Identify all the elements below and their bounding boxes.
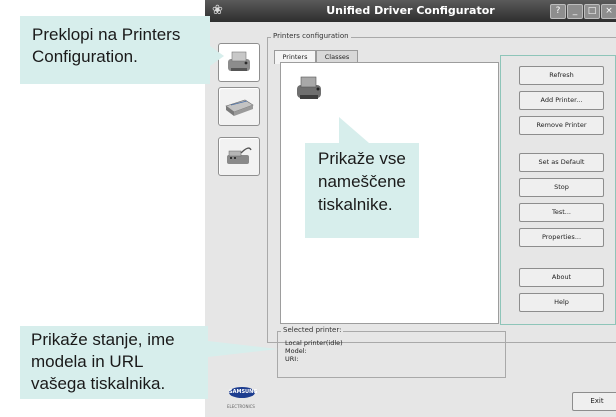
close-button[interactable]: ×: [601, 4, 616, 19]
samsung-logo: SAMSUNG: [229, 387, 257, 398]
callout-installed-printers: Prikaže vse nameščene tiskalnike.: [305, 117, 419, 238]
callout-installed-line2: nameščene: [318, 172, 406, 191]
printer-status-text: Local printer(idle): [285, 339, 343, 347]
printer-icon: [228, 51, 250, 71]
scanner-icon: [225, 99, 254, 116]
callout-status-line2: modela in URL: [31, 352, 144, 371]
printer-model-text: Model:: [285, 347, 307, 355]
sidebar-item-scanners[interactable]: [218, 87, 260, 126]
port-icon: [227, 147, 252, 164]
callout-printer-status: Prikaže stanje, ime modela in URL vašega…: [20, 326, 278, 399]
callout-pointer: [210, 46, 224, 66]
callout-printers-config-line1: Preklopi na Printers: [32, 25, 181, 44]
callout-pointer: [208, 341, 278, 357]
selected-printer-legend: Selected printer:: [281, 326, 344, 334]
exit-button[interactable]: Exit: [572, 392, 616, 411]
minimize-button[interactable]: _: [567, 4, 583, 19]
sidebar-item-ports[interactable]: [218, 137, 260, 176]
maximize-button[interactable]: □: [584, 4, 600, 19]
printer-uri-text: URI:: [285, 355, 299, 363]
title-bar[interactable]: ❀ Unified Driver Configurator ? _ □ ×: [205, 0, 616, 22]
callout-installed-line1: Prikaže vse: [318, 149, 406, 168]
callout-printers-config: Preklopi na Printers Configuration.: [20, 16, 224, 84]
help-window-button[interactable]: ?: [550, 4, 566, 19]
buttons-highlight-frame: [500, 55, 616, 325]
printers-config-legend: Printers configuration: [271, 32, 351, 40]
callout-pointer: [339, 117, 369, 143]
brand-subtitle: ELECTRONICS: [227, 404, 255, 409]
callout-status-line3: vašega tiskalnika.: [31, 374, 166, 393]
callout-installed-line3: tiskalnike.: [318, 195, 393, 214]
callout-printers-config-line2: Configuration.: [32, 47, 138, 66]
sidebar-item-printers[interactable]: [218, 43, 260, 82]
installed-printer-icon[interactable]: [293, 73, 327, 105]
callout-status-line1: Prikaže stanje, ime: [31, 330, 175, 349]
